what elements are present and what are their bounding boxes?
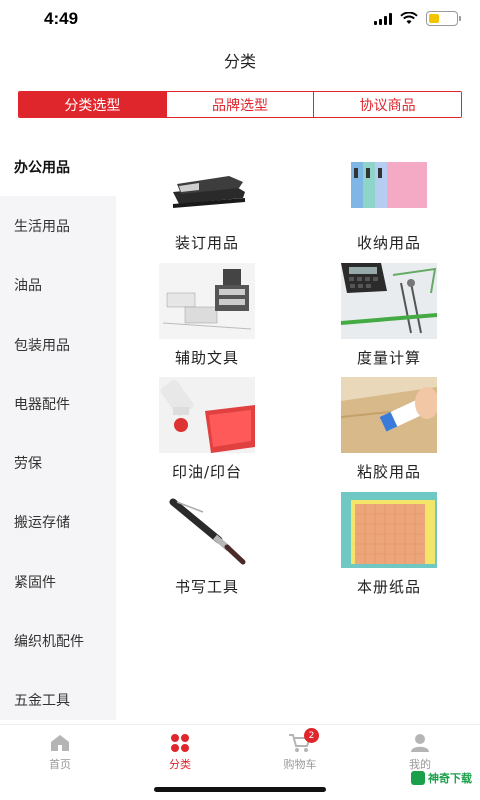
- sidebar-item-oil[interactable]: 油品: [0, 256, 116, 315]
- stamps-image: [159, 262, 255, 339]
- grid-icon: [171, 734, 189, 752]
- tab-category[interactable]: 分类: [120, 725, 240, 780]
- tab-label: 分类: [169, 758, 191, 771]
- status-bar: 4:49: [0, 0, 480, 40]
- tab-home[interactable]: 首页: [0, 725, 120, 780]
- grid-item-label: 本册纸品: [356, 577, 421, 596]
- ink-pad-image: [159, 377, 255, 453]
- sidebar-item-office[interactable]: 办公用品: [0, 137, 116, 197]
- grid-item-label: 辅助文具: [174, 348, 239, 367]
- signal-icon: [374, 12, 392, 25]
- grid-item-storage[interactable]: 收纳用品: [298, 140, 480, 255]
- grid-item-measurement[interactable]: 度量计算: [298, 255, 480, 370]
- sidebar-item-hardware-tools[interactable]: 五金工具: [0, 671, 116, 730]
- grid-item-label: 粘胶用品: [356, 463, 421, 481]
- sidebar-item-handling-storage[interactable]: 搬运存储: [0, 493, 116, 552]
- wifi-icon: [400, 12, 418, 24]
- watermark: 神奇下载: [411, 770, 472, 786]
- sidebar-item-labor-protection[interactable]: 劳保: [0, 433, 116, 492]
- grid-item-auxiliary[interactable]: 辅助文具: [116, 255, 298, 370]
- tab-label: 首页: [49, 758, 71, 771]
- tab-label: 购物车: [283, 758, 317, 771]
- sidebar-item-packaging[interactable]: 包装用品: [0, 315, 116, 374]
- grid-item-adhesive[interactable]: 粘胶用品: [298, 369, 480, 484]
- grid-item-ink-pad[interactable]: 印油/印台: [116, 369, 298, 484]
- page-title: 分类: [223, 52, 256, 71]
- bottom-tab-bar: 首页 分类 2 购物车 我的: [0, 724, 480, 780]
- grid-item-writing[interactable]: 书写工具: [116, 484, 298, 599]
- grid-item-label: 收纳用品: [356, 234, 421, 252]
- battery-icon: [426, 11, 461, 26]
- sidebar-item-fasteners[interactable]: 紧固件: [0, 552, 116, 611]
- segment-agreement-products[interactable]: 协议商品: [314, 92, 461, 117]
- subcategory-grid: 装订用品 收纳用品 辅助文具 度量计算 印油/印台 粘胶用品 书写工具 本册纸品: [116, 140, 480, 598]
- sidebar-item-electrical[interactable]: 电器配件: [0, 374, 116, 433]
- grid-item-label: 书写工具: [174, 577, 239, 596]
- sidebar-item-knitting-parts[interactable]: 编织机配件: [0, 611, 116, 670]
- notebook-image: [341, 491, 437, 568]
- watermark-logo-icon: [411, 771, 425, 785]
- grid-item-binding[interactable]: 装订用品: [116, 140, 298, 255]
- home-indicator: [154, 787, 326, 792]
- stapler-image: [159, 148, 255, 224]
- cart-badge: 2: [304, 728, 319, 743]
- segment-category-selection[interactable]: 分类选型: [19, 92, 167, 117]
- grid-item-label: 装订用品: [174, 234, 239, 252]
- pen-image: [159, 491, 255, 568]
- sidebar-item-daily[interactable]: 生活用品: [0, 196, 116, 255]
- folders-image: [341, 148, 437, 224]
- glue-image: [341, 377, 437, 453]
- grid-item-label: 度量计算: [356, 348, 421, 367]
- tab-cart[interactable]: 2 购物车: [240, 725, 360, 780]
- user-icon: [411, 734, 429, 752]
- status-time: 4:49: [44, 9, 79, 28]
- grid-item-notebook[interactable]: 本册纸品: [298, 484, 480, 599]
- watermark-text: 神奇下载: [428, 772, 472, 785]
- home-icon: [51, 735, 69, 751]
- calculator-image: [341, 262, 437, 339]
- grid-item-label: 印油/印台: [171, 463, 243, 481]
- category-sidebar: 办公用品 生活用品 油品 包装用品 电器配件 劳保 搬运存储 紧固件 编织机配件…: [0, 137, 116, 720]
- segmented-control: 分类选型 品牌选型 协议商品: [18, 91, 462, 118]
- status-icons: [374, 11, 461, 26]
- segment-brand-selection[interactable]: 品牌选型: [166, 92, 315, 117]
